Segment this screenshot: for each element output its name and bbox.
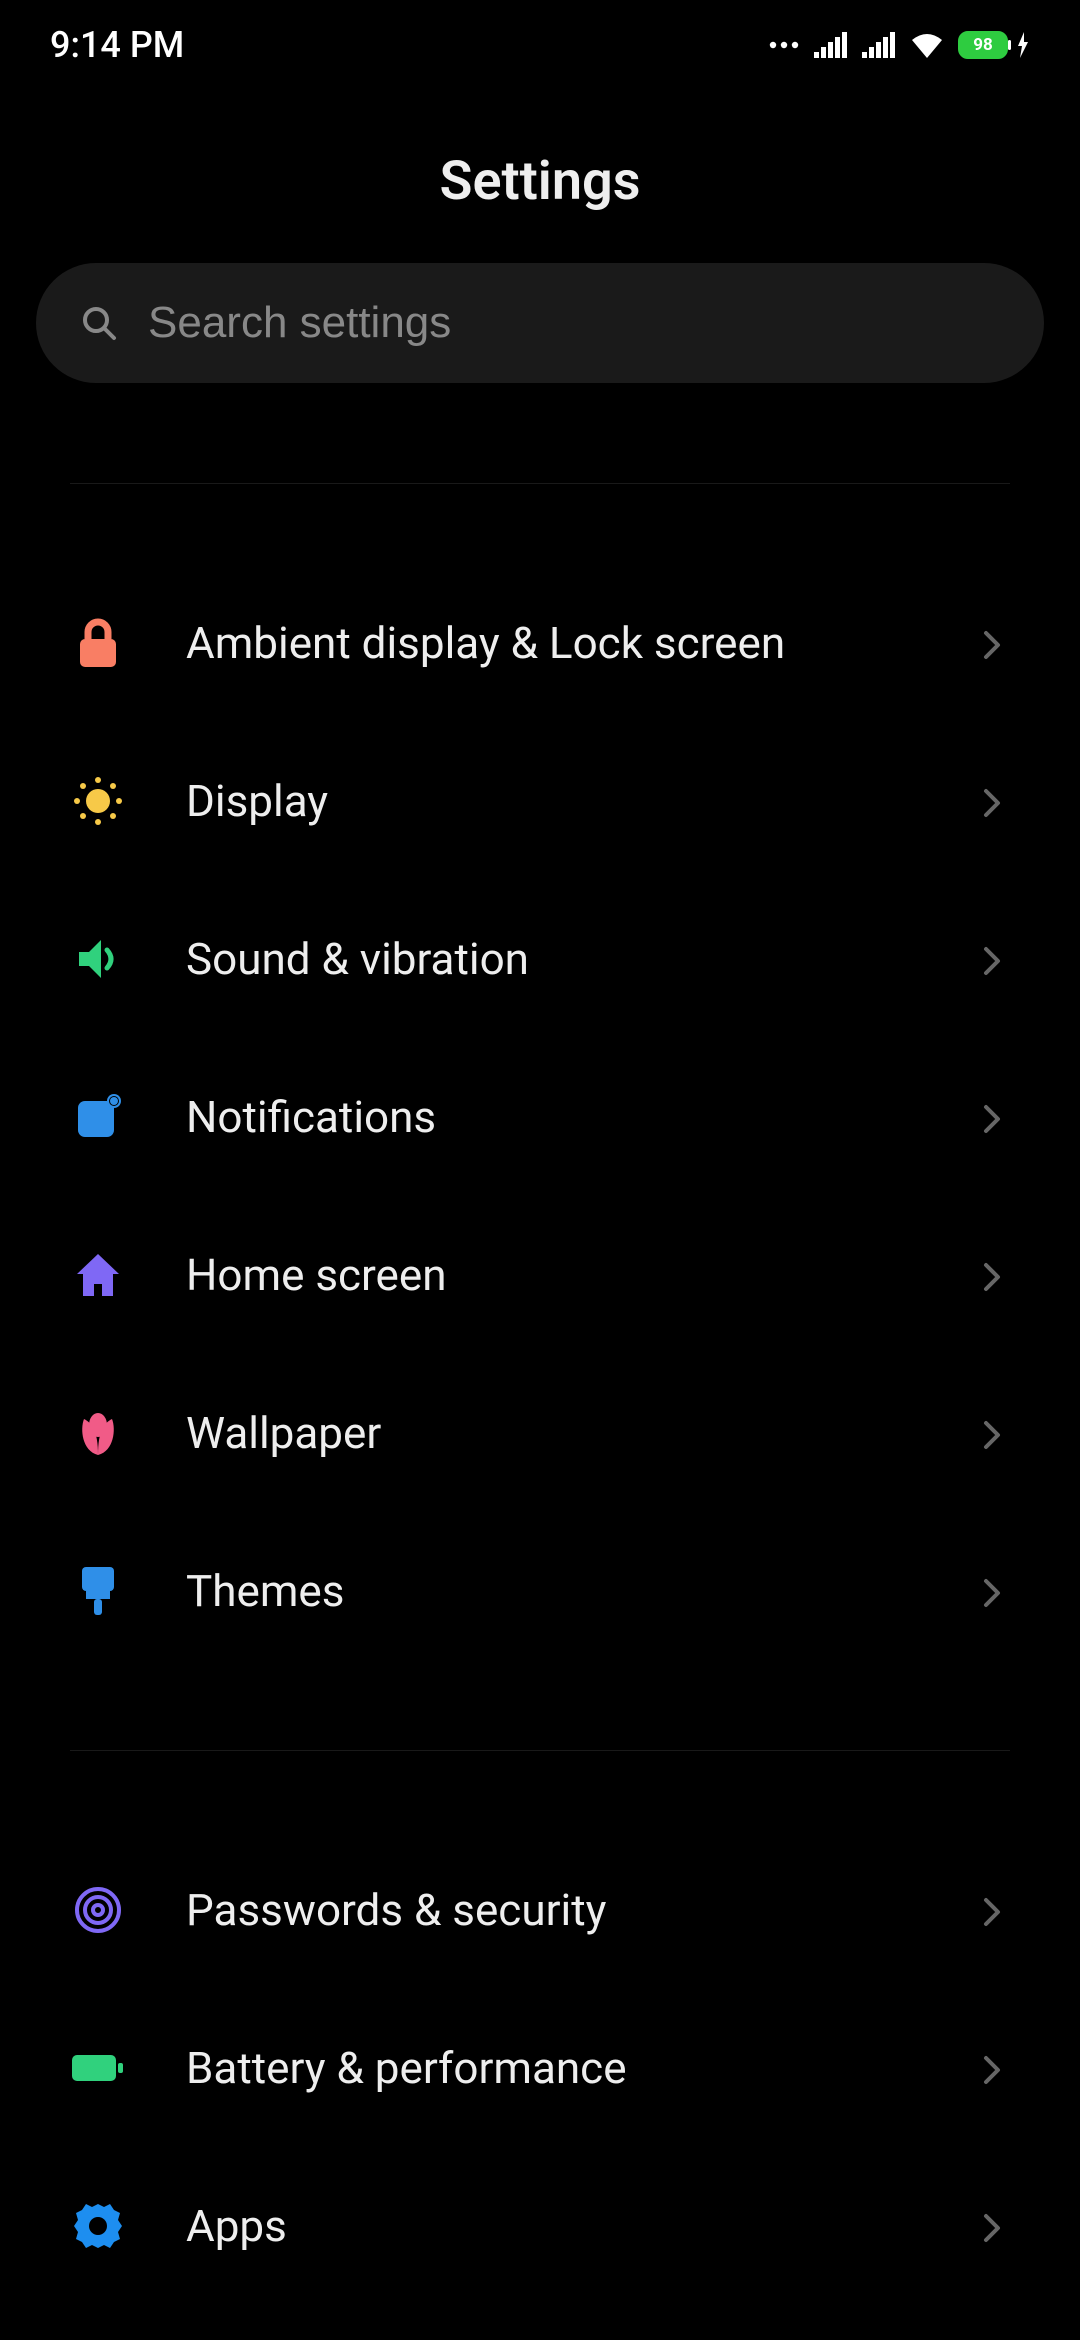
- speaker-icon: [70, 931, 126, 987]
- row-label: Battery & performance: [186, 2042, 922, 2094]
- row-label: Wallpaper: [186, 1407, 922, 1459]
- fingerprint-icon: [70, 1882, 126, 1938]
- row-passwords-security[interactable]: Passwords & security: [0, 1831, 1080, 1989]
- page-title: Settings: [0, 150, 1080, 213]
- search-input[interactable]: [148, 298, 1000, 348]
- brush-icon: [70, 1563, 126, 1619]
- settings-list: Ambient display & Lock screen Display So…: [0, 483, 1080, 2305]
- battery-level: 98: [958, 31, 1008, 59]
- row-display[interactable]: Display: [0, 722, 1080, 880]
- row-label: Themes: [186, 1565, 922, 1617]
- flower-icon: [70, 1405, 126, 1461]
- chevron-right-icon: [982, 2054, 1010, 2082]
- row-label: Home screen: [186, 1249, 922, 1301]
- notification-icon: [70, 1089, 126, 1145]
- row-home-screen[interactable]: Home screen: [0, 1196, 1080, 1354]
- row-battery-performance[interactable]: Battery & performance: [0, 1989, 1080, 2147]
- status-time: 9:14 PM: [50, 24, 184, 66]
- chevron-right-icon: [982, 1896, 1010, 1924]
- row-notifications[interactable]: Notifications: [0, 1038, 1080, 1196]
- row-label: Display: [186, 775, 922, 827]
- battery-icon: 98: [958, 31, 1030, 59]
- row-wallpaper[interactable]: Wallpaper: [0, 1354, 1080, 1512]
- chevron-right-icon: [982, 1577, 1010, 1605]
- row-ambient-display[interactable]: Ambient display & Lock screen: [0, 564, 1080, 722]
- row-label: Ambient display & Lock screen: [186, 617, 922, 669]
- chevron-right-icon: [982, 2212, 1010, 2240]
- sun-icon: [70, 773, 126, 829]
- row-label: Notifications: [186, 1091, 922, 1143]
- gear-icon: [70, 2198, 126, 2254]
- chevron-right-icon: [982, 1419, 1010, 1447]
- home-icon: [70, 1247, 126, 1303]
- row-apps[interactable]: Apps: [0, 2147, 1080, 2305]
- row-label: Passwords & security: [186, 1884, 922, 1936]
- chevron-right-icon: [982, 945, 1010, 973]
- search-bar[interactable]: [36, 263, 1044, 383]
- row-themes[interactable]: Themes: [0, 1512, 1080, 1670]
- chevron-right-icon: [982, 787, 1010, 815]
- wifi-icon: [910, 32, 944, 58]
- row-label: Sound & vibration: [186, 933, 922, 985]
- more-icon: [768, 38, 800, 52]
- lock-icon: [70, 615, 126, 671]
- status-bar: 9:14 PM 98: [0, 0, 1080, 90]
- chevron-right-icon: [982, 629, 1010, 657]
- charging-icon: [1016, 32, 1030, 58]
- search-icon: [80, 304, 118, 342]
- signal-2-icon: [862, 32, 896, 58]
- status-icons: 98: [768, 31, 1030, 59]
- battery-icon: [70, 2040, 126, 2096]
- chevron-right-icon: [982, 1261, 1010, 1289]
- chevron-right-icon: [982, 1103, 1010, 1131]
- signal-1-icon: [814, 32, 848, 58]
- row-label: Apps: [186, 2200, 922, 2252]
- row-sound[interactable]: Sound & vibration: [0, 880, 1080, 1038]
